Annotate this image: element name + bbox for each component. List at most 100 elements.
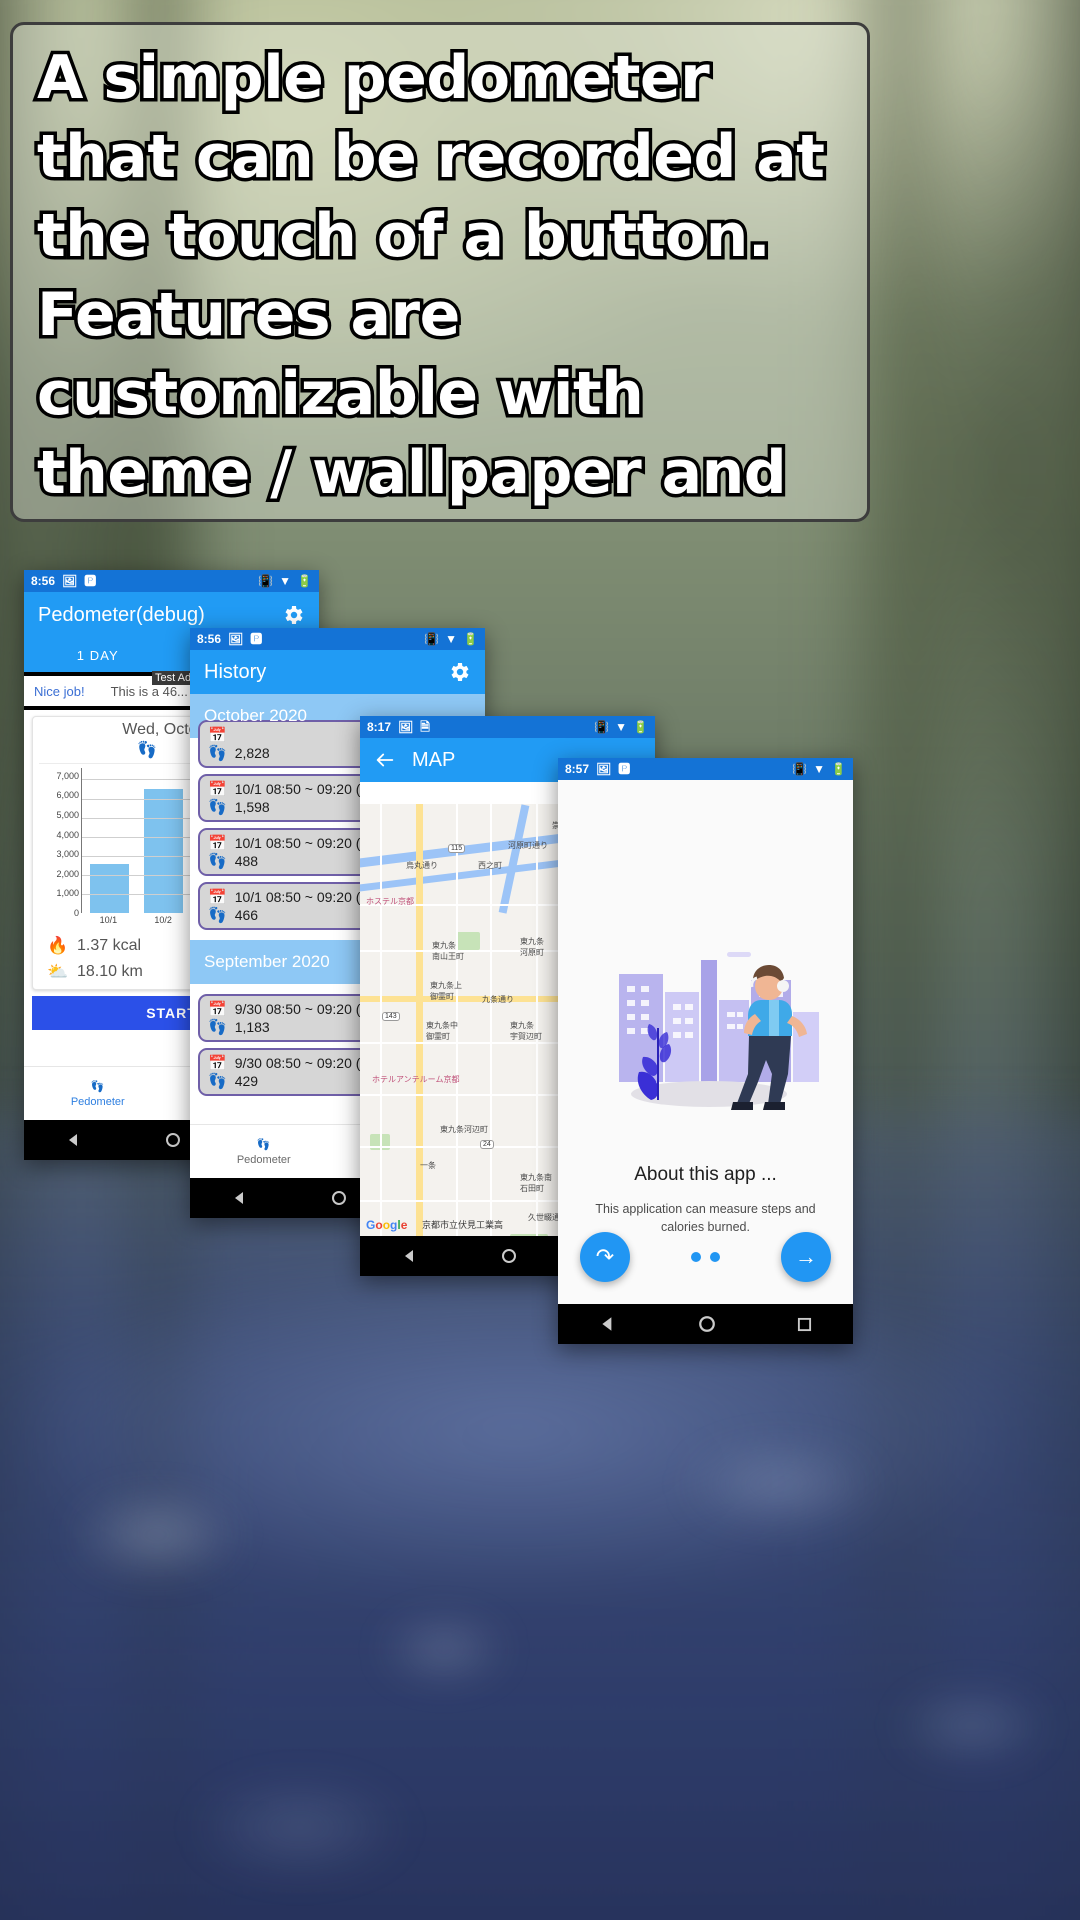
history-item-date: 10/1 08:50 ~ 09:20 (00 (234, 835, 376, 851)
battery-icon: 🔋 (831, 762, 846, 776)
triangle-back-icon[interactable] (66, 1132, 82, 1148)
chart-y-tick: 5,000 (56, 809, 79, 820)
map-label: 東九条河辺町 (440, 1125, 488, 1134)
triangle-back-icon[interactable] (232, 1190, 248, 1206)
chart-x-tick: 10/1 (99, 915, 118, 925)
battery-icon: 🔋 (463, 632, 478, 646)
stat-kcal-value: 1.37 kcal (77, 937, 142, 954)
circle-home-icon[interactable] (698, 1315, 716, 1333)
gauge-icon: ⛅ (47, 962, 69, 981)
vibrate-icon: 📳 (594, 720, 610, 734)
onboarding-controls[interactable]: ↷ → (558, 1232, 853, 1282)
status-bar: 8:17 🖼 🗎 📳 ▼ 🔋 (360, 716, 655, 738)
status-bar: 8:56 🖼 🅿 📳 ▼ 🔋 (24, 570, 319, 592)
calendar-icon: 📅 (208, 1001, 227, 1018)
history-item-date: 9/30 08:50 ~ 09:20 (00 (234, 1001, 376, 1017)
parking-icon: 🅿 (84, 574, 97, 588)
map-label: ホテルアンテルーム京都 (372, 1075, 460, 1084)
footprints-icon: 👣 (137, 742, 157, 759)
history-item-date: 10/1 08:50 ~ 09:20 (00 (234, 781, 376, 797)
parking-icon: 🅿 (618, 762, 631, 776)
triangle-back-icon[interactable] (402, 1248, 418, 1264)
tab-1-day[interactable]: 1 DAY (24, 638, 172, 672)
chart-y-tick: 0 (73, 908, 79, 918)
wifi-icon: ▼ (445, 632, 458, 646)
history-item-date: 9/30 08:50 ~ 09:20 (00 (234, 1055, 376, 1071)
google-logo: Google (366, 1218, 408, 1232)
chart-y-axis: 0 1,000 2,000 3,000 4,000 5,000 6,000 7,000 (41, 764, 79, 918)
android-nav-bar[interactable] (558, 1304, 853, 1344)
page-dot (691, 1252, 701, 1262)
bottom-nav-pedometer[interactable]: 👣 Pedometer (24, 1067, 172, 1120)
map-label: 東九条 南山王町 (432, 941, 464, 961)
calendar-icon: 📅 (208, 1055, 227, 1072)
history-item-steps: 1,183 (234, 1019, 270, 1035)
about-description: This application can measure steps and c… (595, 1202, 816, 1234)
map-label: 九条通り (482, 995, 514, 1004)
gear-icon[interactable] (447, 660, 471, 684)
wifi-icon: ▼ (813, 762, 826, 776)
map-road-shield: 24 (480, 1140, 494, 1149)
vibrate-icon: 📳 (792, 762, 808, 776)
history-item-date: 10/1 08:50 ~ 09:20 (00 (234, 889, 376, 905)
image-icon: 🖼 (228, 632, 244, 646)
circle-home-icon[interactable] (165, 1132, 181, 1148)
chart-y-tick: 6,000 (56, 790, 79, 801)
ad-tag: Test Ad (152, 671, 195, 685)
back-arrow-icon[interactable] (374, 749, 396, 771)
calendar-icon: 📅 (208, 727, 227, 744)
page-title: Pedometer(debug) (38, 603, 205, 626)
map-label: 東九条中 御霊町 (426, 1021, 458, 1041)
chart-y-tick: 3,000 (56, 849, 79, 860)
flame-icon: 🔥 (47, 936, 69, 955)
page-dot (710, 1252, 720, 1262)
square-recents-icon[interactable] (797, 1317, 812, 1332)
parking-icon: 🅿 (250, 632, 263, 646)
circle-home-icon[interactable] (501, 1248, 517, 1264)
promo-caption-panel: A simple pedometer that can be recorded … (10, 22, 870, 522)
calendar-icon: 📅 (208, 835, 227, 852)
bottom-nav-pedometer-label: Pedometer (236, 1153, 291, 1166)
footprints-gold-icon: 👣 (208, 745, 227, 762)
footprints-icon: 👣 (256, 1138, 271, 1151)
map-label: 東九条 宇賀辺町 (510, 1021, 542, 1041)
gear-icon[interactable] (281, 603, 305, 627)
chart-y-tick: 1,000 (56, 888, 79, 899)
chart-x-tick: 10/2 (154, 915, 172, 925)
map-label: 東九条 河原町 (520, 937, 544, 957)
redo-arrow-icon[interactable]: ↷ (580, 1232, 630, 1282)
map-label: ホステル京都 (366, 897, 414, 906)
arrow-right-icon[interactable]: → (781, 1232, 831, 1282)
screenshot-about: 8:57 🖼 🅿 📳 ▼ 🔋 About this app ... This a… (558, 758, 853, 1344)
vibrate-icon: 📳 (258, 574, 274, 588)
calendar-icon: 📅 (208, 889, 227, 906)
status-bar: 8:56 🖼 🅿 📳 ▼ 🔋 (190, 628, 485, 650)
history-item-steps: 466 (234, 907, 259, 923)
wifi-icon: ▼ (615, 720, 628, 734)
battery-icon: 🔋 (297, 574, 312, 588)
circle-home-icon[interactable] (331, 1190, 347, 1206)
image-icon: 🖼 (62, 574, 78, 588)
status-time: 8:17 (367, 720, 392, 734)
map-label: 西之町 (478, 861, 502, 870)
image-icon: 🖼 (398, 720, 414, 734)
history-item-steps: 488 (234, 853, 259, 869)
chart-y-tick: 2,000 (56, 868, 79, 879)
footprints-gold-icon: 👣 (208, 799, 227, 816)
triangle-back-icon[interactable] (599, 1315, 617, 1333)
image-icon: 🖼 (596, 762, 612, 776)
map-label: 一条 (420, 1161, 436, 1170)
sync-icon: 🗎 (420, 720, 430, 734)
footprints-icon: 👣 (90, 1080, 105, 1093)
bottom-nav-pedometer[interactable]: 👣 Pedometer (190, 1125, 338, 1178)
bottom-nav-pedometer-label: Pedometer (70, 1095, 125, 1108)
footprints-gold-icon: 👣 (208, 907, 227, 924)
map-label: 河原町通り (508, 841, 548, 850)
status-time: 8:57 (565, 762, 590, 776)
history-item-steps: 429 (234, 1073, 259, 1089)
page-title: MAP (412, 748, 456, 771)
nice-job-label: Nice job! (34, 683, 85, 699)
map-label: 東九条南 石田町 (520, 1173, 552, 1193)
status-time: 8:56 (31, 574, 56, 588)
status-time: 8:56 (197, 632, 222, 646)
